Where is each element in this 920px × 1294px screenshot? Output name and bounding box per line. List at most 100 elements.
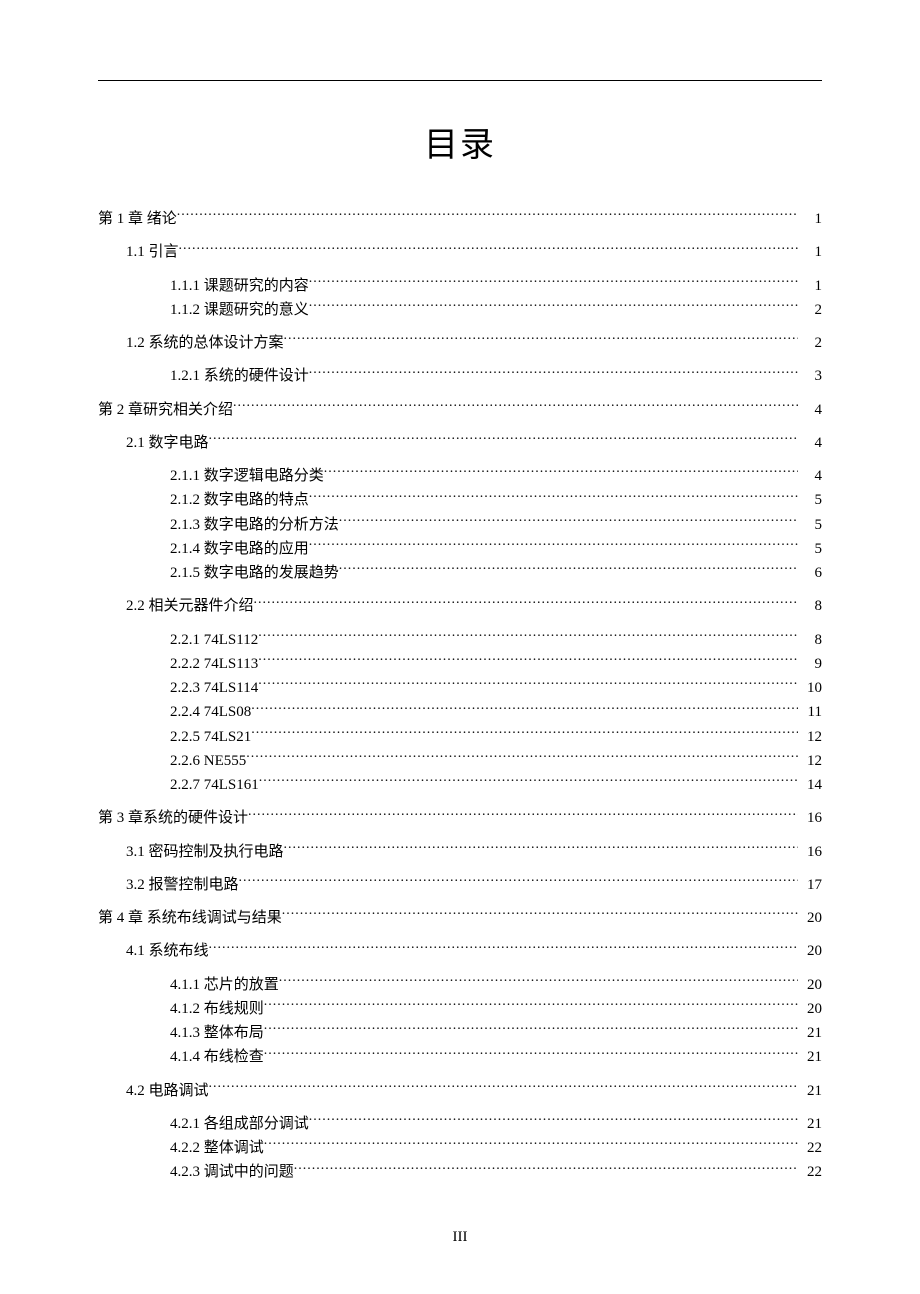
toc-entry-page: 16: [798, 841, 822, 864]
toc-entry-page: 2: [798, 299, 822, 322]
toc-entry-label: 第 2 章研究相关介绍: [98, 399, 233, 422]
toc-entry[interactable]: 2.2.4 74LS0811: [98, 701, 822, 724]
toc-leader-dots: [209, 432, 798, 447]
toc-entry-label: 2.2 相关元器件介绍: [126, 595, 254, 618]
toc-leader-dots: [294, 1161, 798, 1176]
toc-entry-page: 20: [798, 940, 822, 963]
toc-entry-page: 22: [798, 1161, 822, 1184]
toc-leader-dots: [309, 275, 798, 290]
toc-entry-page: 3: [798, 365, 822, 388]
toc-entry[interactable]: 4.1.4 布线检查21: [98, 1046, 822, 1069]
toc-entry-label: 2.1.3 数字电路的分析方法: [170, 514, 339, 537]
toc-entry-label: 第 4 章 系统布线调试与结果: [98, 907, 282, 930]
toc-entry-page: 21: [798, 1022, 822, 1045]
toc-entry-label: 2.1.2 数字电路的特点: [170, 489, 309, 512]
toc-leader-dots: [284, 841, 798, 856]
toc-entry-label: 4.2.3 调试中的问题: [170, 1161, 294, 1184]
toc-leader-dots: [339, 514, 798, 529]
toc-leader-dots: [264, 1137, 798, 1152]
toc-entry[interactable]: 1.2 系统的总体设计方案2: [98, 332, 822, 355]
toc-entry-page: 6: [798, 562, 822, 585]
toc-entry-label: 2.1.1 数字逻辑电路分类: [170, 465, 324, 488]
toc-entry-label: 4.1 系统布线: [126, 940, 209, 963]
toc-entry-page: 4: [798, 465, 822, 488]
toc-entry[interactable]: 4.1.3 整体布局 21: [98, 1022, 822, 1045]
toc-entry[interactable]: 2.2.2 74LS1139: [98, 653, 822, 676]
toc-entry[interactable]: 1.1.2 课题研究的意义2: [98, 299, 822, 322]
toc-leader-dots: [309, 489, 798, 504]
toc-entry[interactable]: 第 2 章研究相关介绍4: [98, 399, 822, 422]
toc-leader-dots: [324, 465, 798, 480]
toc-entry-label: 2.1 数字电路: [126, 432, 209, 455]
toc-entry-label: 2.2.3 74LS114: [170, 677, 258, 700]
toc-entry-page: 9: [798, 653, 822, 676]
toc-entry[interactable]: 4.2.3 调试中的问题 22: [98, 1161, 822, 1184]
toc-entry-label: 2.2.4 74LS08: [170, 701, 251, 724]
toc-leader-dots: [209, 1080, 798, 1095]
toc-leader-dots: [258, 677, 798, 692]
toc-entry-page: 5: [798, 514, 822, 537]
toc-entry[interactable]: 2.1 数字电路 4: [98, 432, 822, 455]
toc-leader-dots: [258, 653, 798, 668]
toc-entry-label: 4.1.3 整体布局: [170, 1022, 264, 1045]
toc-entry[interactable]: 2.2 相关元器件介绍8: [98, 595, 822, 618]
toc-entry-page: 4: [798, 432, 822, 455]
toc-entry[interactable]: 4.2.2 整体调试 22: [98, 1137, 822, 1160]
toc-leader-dots: [254, 595, 798, 610]
toc-entry[interactable]: 1.2.1 系统的硬件设计 3: [98, 365, 822, 388]
toc-entry-label: 4.2.2 整体调试: [170, 1137, 264, 1160]
toc-entry[interactable]: 3.2 报警控制电路 17: [98, 874, 822, 897]
toc-entry-page: 12: [798, 726, 822, 749]
toc-entry[interactable]: 4.2.1 各组成部分调试21: [98, 1113, 822, 1136]
toc-entry-label: 1.1.1 课题研究的内容: [170, 275, 309, 298]
toc-entry-page: 14: [798, 774, 822, 797]
toc-leader-dots: [258, 629, 798, 644]
toc-leader-dots: [179, 241, 798, 256]
toc-entry[interactable]: 第 3 章系统的硬件设计16: [98, 807, 822, 830]
toc-entry[interactable]: 1.1.1 课题研究的内容1: [98, 275, 822, 298]
toc-entry[interactable]: 1.1 引言 1: [98, 241, 822, 264]
toc-entry-page: 21: [798, 1046, 822, 1069]
toc-entry-page: 1: [798, 241, 822, 264]
toc-entry[interactable]: 2.1.2 数字电路的特点5: [98, 489, 822, 512]
toc-entry-label: 1.2.1 系统的硬件设计: [170, 365, 309, 388]
toc-entry[interactable]: 2.2.7 74LS16114: [98, 774, 822, 797]
toc-entry-page: 17: [798, 874, 822, 897]
page-number: III: [0, 1229, 920, 1246]
toc-entry-label: 2.2.6 NE555: [170, 750, 246, 773]
toc-leader-dots: [251, 701, 798, 716]
toc-entry-label: 第 3 章系统的硬件设计: [98, 807, 248, 830]
toc-entry[interactable]: 第 4 章 系统布线调试与结果20: [98, 907, 822, 930]
toc-entry[interactable]: 2.1.1 数字逻辑电路分类 4: [98, 465, 822, 488]
toc-leader-dots: [259, 774, 798, 789]
toc-entry-label: 3.2 报警控制电路: [126, 874, 239, 897]
toc-leader-dots: [309, 299, 798, 314]
toc-entry-page: 20: [798, 974, 822, 997]
toc-leader-dots: [246, 750, 798, 765]
toc-entry-label: 1.1 引言: [126, 241, 179, 264]
toc-entry[interactable]: 2.1.4 数字电路的应用5: [98, 538, 822, 561]
toc-leader-dots: [309, 1113, 798, 1128]
toc-entry-page: 10: [798, 677, 822, 700]
toc-entry[interactable]: 4.2 电路调试21: [98, 1080, 822, 1103]
toc-entry[interactable]: 4.1.2 布线规则20: [98, 998, 822, 1021]
toc-entry-page: 22: [798, 1137, 822, 1160]
toc-entry[interactable]: 2.2.3 74LS114 10: [98, 677, 822, 700]
toc-entry-label: 4.1.1 芯片的放置: [170, 974, 279, 997]
toc-leader-dots: [177, 208, 798, 223]
toc-leader-dots: [239, 874, 798, 889]
toc-leader-dots: [209, 940, 798, 955]
toc-entry[interactable]: 2.1.3 数字电路的分析方法 5: [98, 514, 822, 537]
toc-entry-label: 2.1.4 数字电路的应用: [170, 538, 309, 561]
toc-leader-dots: [248, 807, 798, 822]
toc-entry[interactable]: 2.1.5 数字电路的发展趋势6: [98, 562, 822, 585]
toc-entry[interactable]: 4.1 系统布线 20: [98, 940, 822, 963]
toc-entry[interactable]: 第 1 章 绪论1: [98, 208, 822, 231]
toc-entry[interactable]: 2.2.5 74LS2112: [98, 726, 822, 749]
toc-entry-page: 21: [798, 1080, 822, 1103]
toc-entry[interactable]: 3.1 密码控制及执行电路16: [98, 841, 822, 864]
toc-entry[interactable]: 2.2.1 74LS1128: [98, 629, 822, 652]
toc-entry-label: 第 1 章 绪论: [98, 208, 177, 231]
toc-entry[interactable]: 4.1.1 芯片的放置 20: [98, 974, 822, 997]
toc-entry[interactable]: 2.2.6 NE55512: [98, 750, 822, 773]
